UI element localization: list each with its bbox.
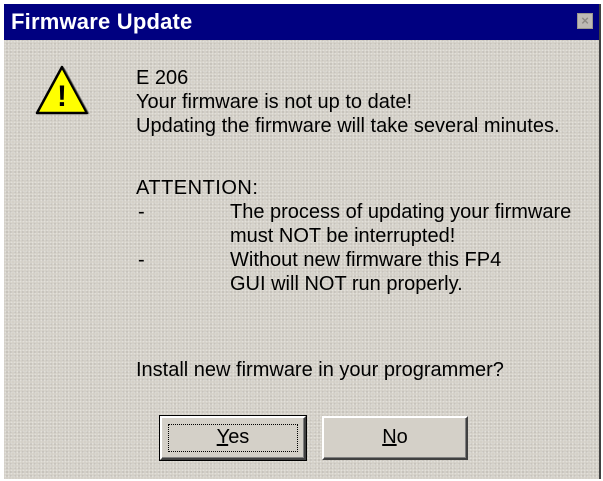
yes-button[interactable]: Yes [159,415,307,461]
error-code: E 206 [136,67,189,89]
bullet-1-line-2: must NOT be interrupted! [230,225,456,247]
warning-glyph: ! [57,80,67,113]
close-icon: × [581,13,589,28]
close-button[interactable]: × [577,13,593,29]
yes-accelerator: Y [216,426,229,448]
no-label-rest: o [396,426,408,448]
message-line-1: Your firmware is not up to date! [136,91,413,113]
install-question: Install new firmware in your programmer? [136,359,504,381]
yes-label-rest: es [228,426,250,448]
bullet-2-line-1: Without new firmware this FP4 [230,249,502,271]
bullet-2-line-2: GUI will NOT run properly. [230,273,463,295]
warning-icon: ! [35,65,90,115]
title-bar[interactable]: Firmware Update × [4,4,599,40]
firmware-update-dialog: Firmware Update × ! E 206 Your firmware … [4,4,601,479]
window-title: Firmware Update [11,9,193,34]
message-line-2: Updating the firmware will take several … [136,115,560,137]
bullet-1-line-1: The process of updating your firmware [230,201,572,223]
bullet-dash-2: - [138,249,145,271]
yes-button-label: Yes [217,426,250,448]
no-button-label: No [382,426,408,448]
bullet-dash-1: - [138,201,145,223]
no-button[interactable]: No [322,416,468,460]
attention-heading: ATTENTION: [136,177,259,199]
no-accelerator: N [382,426,397,448]
